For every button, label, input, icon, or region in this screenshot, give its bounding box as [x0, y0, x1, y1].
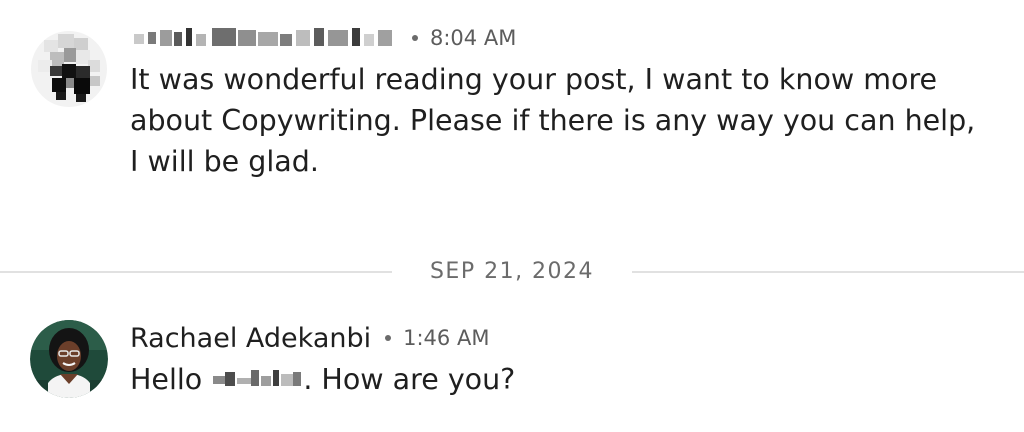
- redacted-text-icon: [213, 370, 302, 386]
- message-header: Rachael Adekanbi 1:46 AM: [130, 318, 990, 358]
- message-timestamp: 1:46 AM: [403, 326, 490, 350]
- message-header: 8:04 AM: [130, 18, 990, 58]
- divider-line-right: [632, 271, 1024, 273]
- message-text-start: Hello: [130, 363, 212, 396]
- message-body: It was wonderful reading your post, I wa…: [130, 63, 976, 178]
- separator-dot: [385, 335, 392, 341]
- profile-photo-avatar-icon: [30, 320, 108, 398]
- message-text-end: . How are you?: [303, 363, 516, 396]
- date-divider: SEP 21, 2024: [0, 257, 1024, 287]
- message-timestamp: 8:04 AM: [430, 26, 517, 50]
- date-divider-label: SEP 21, 2024: [429, 259, 595, 284]
- pixelated-avatar-icon: [30, 30, 108, 108]
- divider-line-left: [0, 271, 392, 273]
- message-content: Rachael Adekanbi 1:46 AM Hello . How are…: [130, 318, 990, 400]
- sender-avatar[interactable]: [30, 30, 108, 108]
- sender-name[interactable]: Rachael Adekanbi: [130, 323, 371, 354]
- message-body: Hello . How are you?: [130, 359, 990, 400]
- sender-avatar[interactable]: [30, 320, 108, 398]
- redacted-name-inline: [211, 366, 303, 392]
- separator-dot: [412, 35, 418, 41]
- redacted-name-icon: [134, 28, 392, 46]
- message-content: 8:04 AM It was wonderful reading your po…: [130, 18, 990, 182]
- sender-name-redacted[interactable]: [130, 24, 398, 52]
